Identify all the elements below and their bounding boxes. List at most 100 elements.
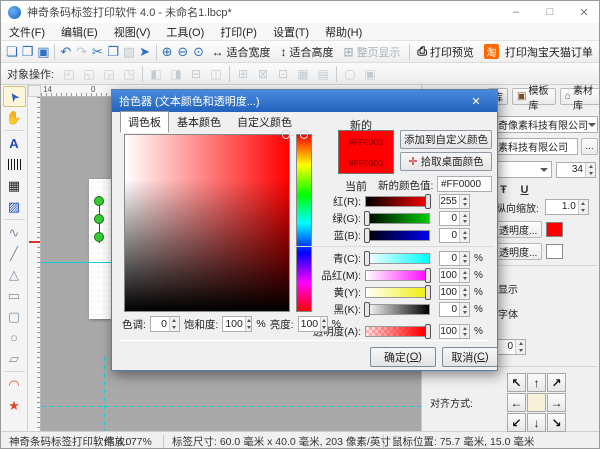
black-slider[interactable] <box>365 304 430 315</box>
tab-palette[interactable]: 调色板 <box>120 111 169 133</box>
ellipse-tool[interactable]: ○ <box>3 327 26 348</box>
cyan-spinner[interactable]: 0 <box>439 251 470 266</box>
new-file-icon[interactable]: ❏ <box>4 42 20 61</box>
red-slider[interactable] <box>365 196 430 207</box>
alpha-slider[interactable] <box>365 326 430 337</box>
alpha-spinner[interactable]: 100 <box>439 324 470 339</box>
rectangle-tool[interactable]: ▭ <box>3 285 26 306</box>
saturation-spinner[interactable]: 100 <box>222 316 252 332</box>
cut-icon[interactable]: ✂ <box>90 42 106 61</box>
spinner-buttons[interactable] <box>459 195 469 208</box>
maximize-button[interactable]: □ <box>533 1 567 23</box>
print-taobao-button[interactable]: 淘 打印淘宝天猫订单 <box>479 44 598 60</box>
slider-thumb[interactable] <box>425 285 431 300</box>
copy-icon[interactable]: ❐ <box>105 42 121 61</box>
zoom-in-icon[interactable]: ⊕ <box>159 42 175 61</box>
yellow-slider[interactable] <box>365 287 430 298</box>
align-right-button[interactable]: → <box>547 393 566 412</box>
magenta-spinner[interactable]: 100 <box>439 268 470 283</box>
pick-desktop-color-button[interactable]: ✛ 拾取桌面颜色 <box>400 152 492 171</box>
qrcode-tool[interactable]: ▦ <box>3 175 26 196</box>
font-size-spinner[interactable]: 34 <box>556 162 596 178</box>
line-tool[interactable]: ╱ <box>3 243 26 264</box>
align-up-button[interactable]: ↑ <box>527 373 546 392</box>
spinner-buttons[interactable] <box>459 303 469 316</box>
font-family-dropdown[interactable] <box>494 161 552 178</box>
menu-edit[interactable]: 编辑(E) <box>53 24 106 40</box>
menu-file[interactable]: 文件(F) <box>1 24 53 40</box>
spinner-buttons[interactable] <box>459 212 469 225</box>
ok-button[interactable]: 确定(O) <box>370 347 436 367</box>
zoom-out-icon[interactable]: ⊖ <box>175 42 191 61</box>
align-down-right-button[interactable]: ↘ <box>547 413 566 432</box>
fill-color-swatch[interactable] <box>546 222 563 237</box>
yellow-spinner[interactable]: 100 <box>439 285 470 300</box>
spinner-buttons[interactable] <box>459 269 469 282</box>
triangle-tool[interactable]: △ <box>3 264 26 285</box>
hue-spinner[interactable]: 0 <box>150 316 180 332</box>
company-dropdown[interactable]: 奇像素科技有限公司 <box>494 116 598 133</box>
menu-settings[interactable]: 设置(T) <box>265 24 317 40</box>
tab-basic-colors[interactable]: 基本颜色 <box>169 111 229 133</box>
spinner-buttons[interactable] <box>585 163 595 177</box>
slider-thumb[interactable] <box>425 324 431 339</box>
add-custom-color-button[interactable]: 添加到自定义颜色 <box>400 130 492 149</box>
cancel-button[interactable]: 取消(C) <box>442 347 498 367</box>
slider-thumb[interactable] <box>364 228 370 243</box>
rounded-rectangle-tool[interactable]: ▢ <box>3 306 26 327</box>
star-tool[interactable]: ★ <box>3 395 26 416</box>
red-spinner[interactable]: 255 <box>439 194 470 209</box>
new-value-field[interactable]: #FF0000 <box>437 176 492 192</box>
spinner-buttons[interactable] <box>459 252 469 265</box>
spinner-buttons[interactable] <box>578 200 588 214</box>
print-preview-button[interactable]: ⎙ 打印预览 <box>412 44 479 60</box>
saturation-brightness-picker[interactable] <box>124 134 290 312</box>
outline-opacity-button[interactable]: 透明度... <box>494 243 542 260</box>
color-marker[interactable] <box>282 131 290 139</box>
underline-button[interactable]: U <box>517 183 532 197</box>
hue-marker[interactable] <box>300 131 308 139</box>
spinner-buttons[interactable] <box>459 286 469 299</box>
dialog-close-button[interactable]: ✕ <box>462 95 490 108</box>
text-tool[interactable]: A <box>3 133 26 154</box>
strikethrough-button[interactable]: Ŧ <box>496 183 511 197</box>
material-library-button[interactable]: ⌂ 素材库 <box>560 88 600 105</box>
undo-icon[interactable]: ↶ <box>58 42 74 61</box>
align-center-cell[interactable] <box>527 393 546 412</box>
align-up-right-button[interactable]: ↗ <box>547 373 566 392</box>
selection-handle[interactable] <box>94 232 104 242</box>
blue-slider[interactable] <box>365 230 430 241</box>
image-tool[interactable]: ▨ <box>3 196 26 217</box>
black-spinner[interactable]: 0 <box>439 302 470 317</box>
spinner-buttons[interactable] <box>320 317 326 331</box>
fit-width-button[interactable]: ↔ 适合宽度 <box>207 44 276 60</box>
pointer-icon[interactable]: ➤ <box>137 42 153 61</box>
select-tool[interactable]: ➤ <box>3 86 26 107</box>
template-library-button[interactable]: ▣ 模板库 <box>512 88 556 105</box>
curve-tool[interactable]: ∿ <box>3 222 26 243</box>
arc-tool[interactable]: ◠ <box>3 374 26 395</box>
fit-height-button[interactable]: ↕ 适合高度 <box>276 44 339 60</box>
parallelogram-tool[interactable]: ▱ <box>3 348 26 369</box>
spinner-buttons[interactable] <box>245 317 251 331</box>
cyan-slider[interactable] <box>365 253 430 264</box>
spinner-buttons[interactable] <box>515 340 525 354</box>
slider-thumb[interactable] <box>364 211 370 226</box>
more-button[interactable]: ... <box>581 138 598 155</box>
magenta-slider[interactable] <box>365 270 430 281</box>
slider-thumb[interactable] <box>425 268 431 283</box>
save-icon[interactable]: ▣ <box>36 42 52 61</box>
align-up-left-button[interactable]: ↖ <box>507 373 526 392</box>
menu-tools[interactable]: 工具(O) <box>158 24 212 40</box>
fill-opacity-button[interactable]: 透明度... <box>494 221 542 238</box>
blue-spinner[interactable]: 0 <box>439 228 470 243</box>
brightness-spinner[interactable]: 100 <box>298 316 328 332</box>
close-button[interactable]: ✕ <box>567 1 600 23</box>
selection-handle[interactable] <box>94 214 104 224</box>
barcode-tool[interactable] <box>3 154 26 175</box>
slider-thumb[interactable] <box>425 194 431 209</box>
green-spinner[interactable]: 0 <box>439 211 470 226</box>
open-file-icon[interactable]: ❒ <box>20 42 36 61</box>
outline-color-swatch[interactable] <box>546 244 563 259</box>
menu-help[interactable]: 帮助(H) <box>317 24 370 40</box>
